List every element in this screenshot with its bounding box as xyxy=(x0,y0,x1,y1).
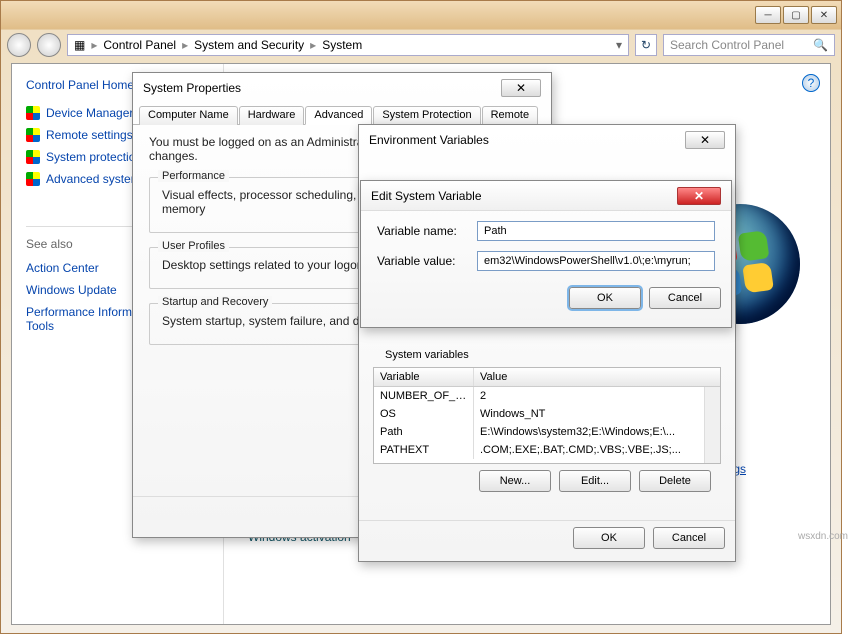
ok-button[interactable]: OK xyxy=(573,527,645,549)
delete-button[interactable]: Delete xyxy=(639,470,711,492)
shield-icon xyxy=(26,106,40,120)
variable-name-row: Variable name: xyxy=(377,221,715,241)
address-bar[interactable]: ▦ ▸ Control Panel ▸ System and Security … xyxy=(67,34,629,56)
table-row[interactable]: PathE:\Windows\system32;E:\Windows;E:\..… xyxy=(374,423,720,441)
nav-bar: ▦ ▸ Control Panel ▸ System and Security … xyxy=(1,29,841,61)
tab-computer-name[interactable]: Computer Name xyxy=(139,106,238,125)
watermark: wsxdn.com xyxy=(798,531,848,542)
table-row[interactable]: PATHEXT.COM;.EXE;.BAT;.CMD;.VBS;.VBE;.JS… xyxy=(374,441,720,459)
tab-advanced[interactable]: Advanced xyxy=(305,106,372,125)
cancel-button[interactable]: Cancel xyxy=(653,527,725,549)
refresh-button[interactable]: ↻ xyxy=(635,34,657,56)
dialog-titlebar[interactable]: System Properties ✕ xyxy=(133,73,551,103)
dialog-titlebar[interactable]: Edit System Variable ✕ xyxy=(361,181,731,211)
scrollbar[interactable] xyxy=(704,387,720,463)
breadcrumb-1[interactable]: Control Panel xyxy=(103,38,176,52)
variable-value-label: Variable value: xyxy=(377,254,477,268)
variable-value-row: Variable value: xyxy=(377,251,715,271)
search-placeholder: Search Control Panel xyxy=(670,38,784,52)
dialog-title: Environment Variables xyxy=(369,133,489,147)
maximize-button[interactable]: ▢ xyxy=(783,6,809,24)
forward-button[interactable] xyxy=(37,33,61,57)
table-row[interactable]: OSWindows_NT xyxy=(374,405,720,423)
variable-name-input[interactable] xyxy=(477,221,715,241)
tab-hardware[interactable]: Hardware xyxy=(239,106,305,125)
titlebar[interactable]: ─ ▢ ✕ xyxy=(1,1,841,29)
minimize-button[interactable]: ─ xyxy=(755,6,781,24)
new-button[interactable]: New... xyxy=(479,470,551,492)
control-panel-icon: ▦ xyxy=(74,38,85,52)
back-button[interactable] xyxy=(7,33,31,57)
edit-system-variable-dialog: Edit System Variable ✕ Variable name: Va… xyxy=(360,180,732,328)
edit-button[interactable]: Edit... xyxy=(559,470,631,492)
search-box[interactable]: Search Control Panel 🔍 xyxy=(663,34,835,56)
close-button[interactable]: ✕ xyxy=(811,6,837,24)
tab-remote[interactable]: Remote xyxy=(482,106,539,125)
tab-system-protection[interactable]: System Protection xyxy=(373,106,480,125)
breadcrumb-2[interactable]: System and Security xyxy=(194,38,304,52)
variable-value-input[interactable] xyxy=(477,251,715,271)
search-icon: 🔍 xyxy=(813,38,828,52)
dialog-title: System Properties xyxy=(143,81,241,95)
dialog-close-button[interactable]: ✕ xyxy=(501,79,541,97)
cancel-button[interactable]: Cancel xyxy=(649,287,721,309)
shield-icon xyxy=(26,150,40,164)
breadcrumb-3[interactable]: System xyxy=(322,38,362,52)
ok-button[interactable]: OK xyxy=(569,287,641,309)
help-icon[interactable]: ? xyxy=(802,74,820,92)
system-variables-table: VariableValue NUMBER_OF_P...2 OSWindows_… xyxy=(373,367,721,464)
table-row[interactable]: NUMBER_OF_P...2 xyxy=(374,387,720,405)
table-header[interactable]: VariableValue xyxy=(374,368,720,387)
variable-name-label: Variable name: xyxy=(377,224,477,238)
dialog-close-button[interactable]: ✕ xyxy=(677,187,721,205)
tabstrip: Computer Name Hardware Advanced System P… xyxy=(133,103,551,125)
system-variables-label: System variables xyxy=(385,349,709,361)
dialog-close-button[interactable]: ✕ xyxy=(685,131,725,149)
dialog-titlebar[interactable]: Environment Variables ✕ xyxy=(359,125,735,155)
shield-icon xyxy=(26,128,40,142)
shield-icon xyxy=(26,172,40,186)
dialog-title: Edit System Variable xyxy=(371,189,482,203)
